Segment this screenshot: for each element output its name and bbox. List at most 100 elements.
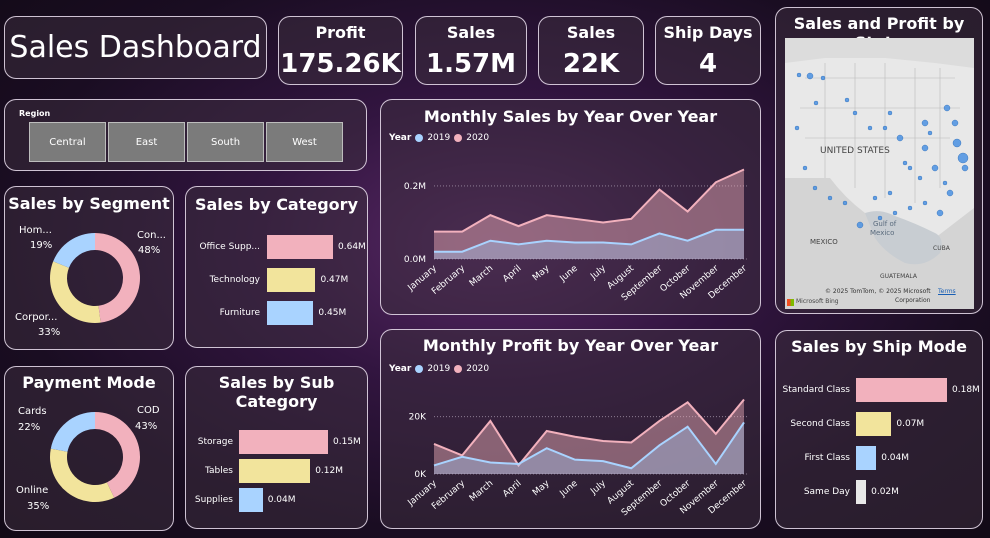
state-bubble[interactable] [796,72,802,78]
state-bubble[interactable] [951,119,959,127]
state-bubble[interactable] [942,180,948,186]
shipmode-bar-second-class[interactable] [856,412,892,436]
state-bubble[interactable] [852,110,858,116]
state-bubble[interactable] [882,125,888,131]
region-option-south[interactable]: South [187,122,264,162]
monthly-profit-legend: Year 2019 2020 [389,364,489,374]
kpi-ship-days-value: 4 [698,49,718,79]
category-label-office-supp: Office Supp... [199,242,260,252]
state-bubble[interactable] [892,210,898,216]
state-bubble[interactable] [896,134,904,142]
map-label-gulf2: Mexico [870,229,894,237]
state-bubble[interactable] [921,119,929,127]
state-bubble[interactable] [952,138,962,148]
payment-slice-online[interactable] [50,448,115,502]
monthly-profit-chart[interactable]: 0K20KJanuaryFebruary March April May June Jul… [381,374,759,528]
category-bar-technology[interactable] [267,268,316,292]
state-bubble[interactable] [813,100,819,106]
legend-label-2019: 2019 [427,133,451,143]
monthly-sales-legend-title: Year [389,133,412,143]
state-bubble[interactable] [827,195,833,201]
state-bubble[interactable] [907,205,913,211]
payment-slice-cards[interactable] [50,412,95,452]
state-bubble[interactable] [877,215,883,221]
monthly-sales-chart[interactable]: 0.0M0.2MJanuaryFebruary March April May June… [381,144,759,314]
kpi-profit: Profit 175.26K [278,16,403,85]
category-card: Sales by Category Office Supp... 0.64M Tec… [185,186,368,348]
shipmode-bar-first-class[interactable] [856,446,877,470]
dashboard-title: Sales Dashboard [9,30,262,65]
category-title: Sales by Category [194,195,358,214]
region-option-central[interactable]: Central [29,122,106,162]
shipmode-value-first-class: 0.04M [881,453,910,463]
state-bubble[interactable] [794,125,800,131]
state-bubble[interactable] [921,144,929,152]
state-bubble[interactable] [936,209,944,217]
subcategory-bar-supplies[interactable] [239,488,263,512]
state-bubble[interactable] [867,125,873,131]
subcategory-bar-storage[interactable] [239,430,328,454]
x-tick-label-april: April [501,479,523,500]
kpi-sales-count-value: 22K [562,49,620,79]
shipmode-card: Sales by Ship Mode Standard Class 0.18M Se… [775,330,983,529]
x-tick-label-march: March [468,479,495,504]
state-bubble[interactable] [931,164,939,172]
category-label-technology: Technology [209,275,260,285]
state-bubble[interactable] [872,195,878,201]
category-bar-office-supp[interactable] [267,235,333,259]
legend-label-2020: 2020 [466,133,490,143]
state-bubble[interactable] [957,152,969,164]
category-value-furniture: 0.45M [318,308,347,318]
state-map[interactable]: UNITED STATES Gulf of Mexico MEXICO GUAT… [785,38,974,309]
legend-label-2019: 2019 [427,364,451,374]
state-bubble[interactable] [806,72,814,80]
state-bubble[interactable] [842,200,848,206]
region-option-west[interactable]: West [266,122,343,162]
payment-label-cards: Cards [18,406,47,417]
state-bubble[interactable] [856,221,864,229]
state-bubble[interactable] [812,185,818,191]
region-label: Region [19,109,51,118]
state-bubble[interactable] [907,165,913,171]
state-bubble[interactable] [802,165,808,171]
segment-title: Sales by Segment [8,194,170,213]
state-bubble[interactable] [844,97,850,103]
state-bubble[interactable] [887,110,893,116]
map-card: Sales and Profit by State UNITED STATES … [775,7,983,314]
state-bubble[interactable] [922,200,928,206]
map-terms-link[interactable]: Terms [938,288,956,295]
shipmode-bar-same-day[interactable] [856,480,867,504]
legend-dot-2019 [415,134,424,142]
state-bubble[interactable] [820,75,826,81]
state-bubble[interactable] [927,130,933,136]
legend-dot-2020 [454,365,463,373]
shipmode-value-same-day: 0.02M [871,487,899,497]
segment-label-consumer: Con... [137,230,166,241]
state-bubble[interactable] [946,189,954,197]
monthly-profit-title: Monthly Profit by Year Over Year [422,336,719,355]
kpi-sales-count: Sales 22K [538,16,644,85]
segment-slice-hom[interactable] [53,233,95,268]
payment-pct-online: 35% [27,501,50,512]
segment-slice-con[interactable] [95,233,141,323]
kpi-profit-value: 175.26K [280,49,401,79]
state-bubble[interactable] [943,104,951,112]
segment-slice-corpor[interactable] [49,261,101,323]
state-bubble[interactable] [917,175,923,181]
map-bing-logo [787,299,794,306]
shipmode-bar-standard-class[interactable] [856,378,947,402]
map-label-guatemala: GUATEMALA [880,273,918,280]
x-tick-label-june: June [558,478,581,499]
shipmode-value-second-class: 0.07M [896,419,925,429]
state-bubble[interactable] [902,160,908,166]
kpi-sales-amount: Sales 1.57M [415,16,527,85]
category-bar-furniture[interactable] [267,301,314,325]
legend-label-2020: 2020 [466,364,490,374]
y-tick-label: 20K [409,413,427,423]
state-bubble[interactable] [961,164,969,172]
state-bubble[interactable] [887,190,893,196]
segment-pct-home: 19% [30,240,53,251]
payment-title: Payment Mode [22,373,156,392]
subcategory-bar-tables[interactable] [239,459,311,483]
region-option-east[interactable]: East [108,122,185,162]
